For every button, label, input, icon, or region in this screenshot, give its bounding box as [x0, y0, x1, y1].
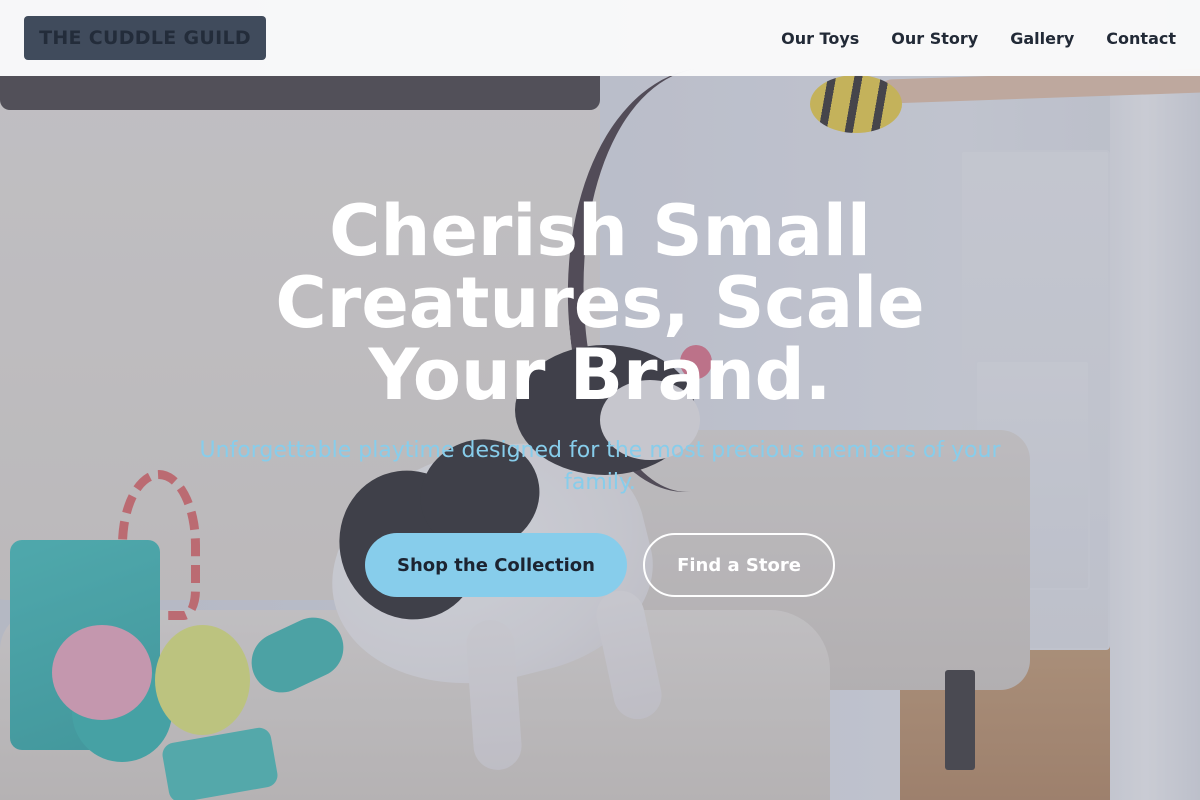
find-store-button[interactable]: Find a Store [643, 533, 835, 597]
nav-link-our-toys[interactable]: Our Toys [781, 29, 859, 48]
cta-row: Shop the Collection Find a Store [0, 533, 1200, 597]
hero-subheadline: Unforgettable playtime designed for the … [199, 438, 1001, 495]
logo[interactable]: THE CUDDLE GUILD [24, 16, 266, 60]
shop-collection-button[interactable]: Shop the Collection [365, 533, 627, 597]
nav-link-gallery[interactable]: Gallery [1010, 29, 1074, 48]
landing-page: THE CUDDLE GUILD Our Toys Our Story Gall… [0, 0, 1200, 800]
nav-link-contact[interactable]: Contact [1106, 29, 1176, 48]
nav-link-our-story[interactable]: Our Story [891, 29, 978, 48]
hero-section: Cherish Small Creatures, Scale Your Bran… [0, 195, 1200, 597]
hero-headline: Cherish Small Creatures, Scale Your Bran… [275, 190, 925, 416]
site-header: THE CUDDLE GUILD Our Toys Our Story Gall… [0, 0, 1200, 76]
main-nav: Our Toys Our Story Gallery Contact [781, 29, 1176, 48]
